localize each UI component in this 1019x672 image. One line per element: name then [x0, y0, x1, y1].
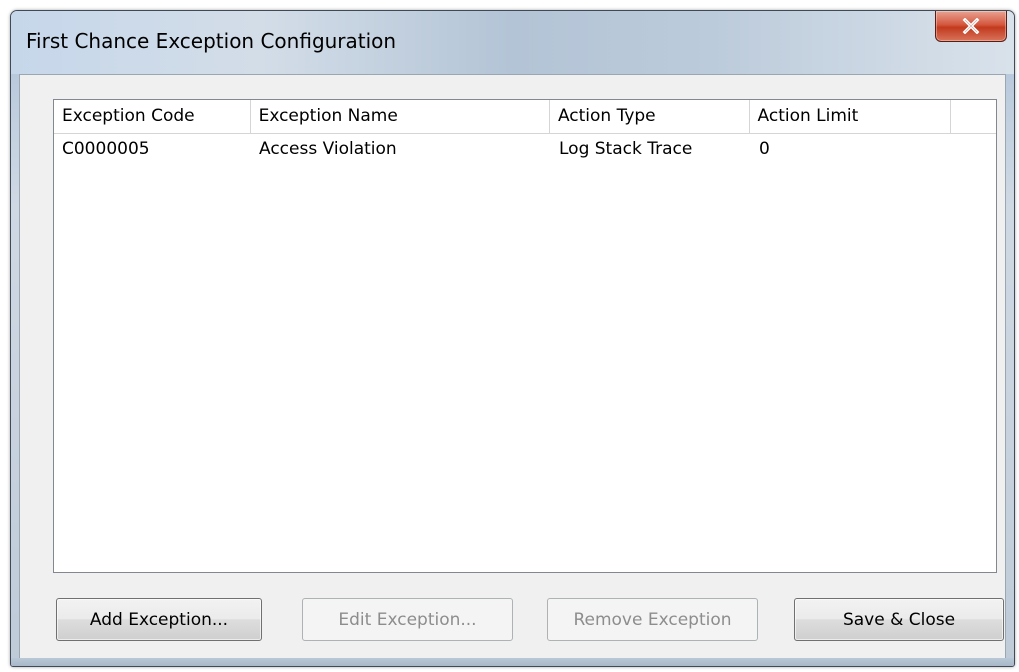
cell-action-limit: 0	[759, 139, 770, 159]
cell-exception-name: Access Violation	[259, 139, 397, 159]
column-header-action-limit[interactable]: Action Limit	[750, 100, 952, 133]
add-exception-button[interactable]: Add Exception...	[56, 598, 262, 641]
dialog-client-area: Exception Code Exception Name Action Typ…	[19, 74, 1006, 659]
exception-list[interactable]: Exception Code Exception Name Action Typ…	[53, 99, 997, 573]
close-icon	[962, 18, 980, 34]
remove-exception-button[interactable]: Remove Exception	[547, 598, 758, 641]
dialog-window: First Chance Exception Configuration Exc…	[10, 10, 1015, 667]
close-button[interactable]	[935, 11, 1007, 42]
title-bar[interactable]: First Chance Exception Configuration	[11, 11, 1014, 74]
edit-exception-button[interactable]: Edit Exception...	[302, 598, 513, 641]
column-header-exception-name[interactable]: Exception Name	[251, 100, 550, 133]
cell-action-type: Log Stack Trace	[559, 139, 693, 159]
save-close-button[interactable]: Save & Close	[794, 598, 1004, 641]
window-bottom-border	[11, 658, 1014, 666]
column-header-action-type[interactable]: Action Type	[550, 100, 750, 133]
table-row[interactable]: C0000005 Access Violation Log Stack Trac…	[54, 134, 953, 164]
cell-exception-code: C0000005	[62, 139, 150, 159]
column-header-exception-code[interactable]: Exception Code	[54, 100, 251, 133]
column-header-empty[interactable]	[951, 100, 996, 133]
list-header: Exception Code Exception Name Action Typ…	[54, 100, 996, 134]
window-title: First Chance Exception Configuration	[26, 29, 397, 53]
